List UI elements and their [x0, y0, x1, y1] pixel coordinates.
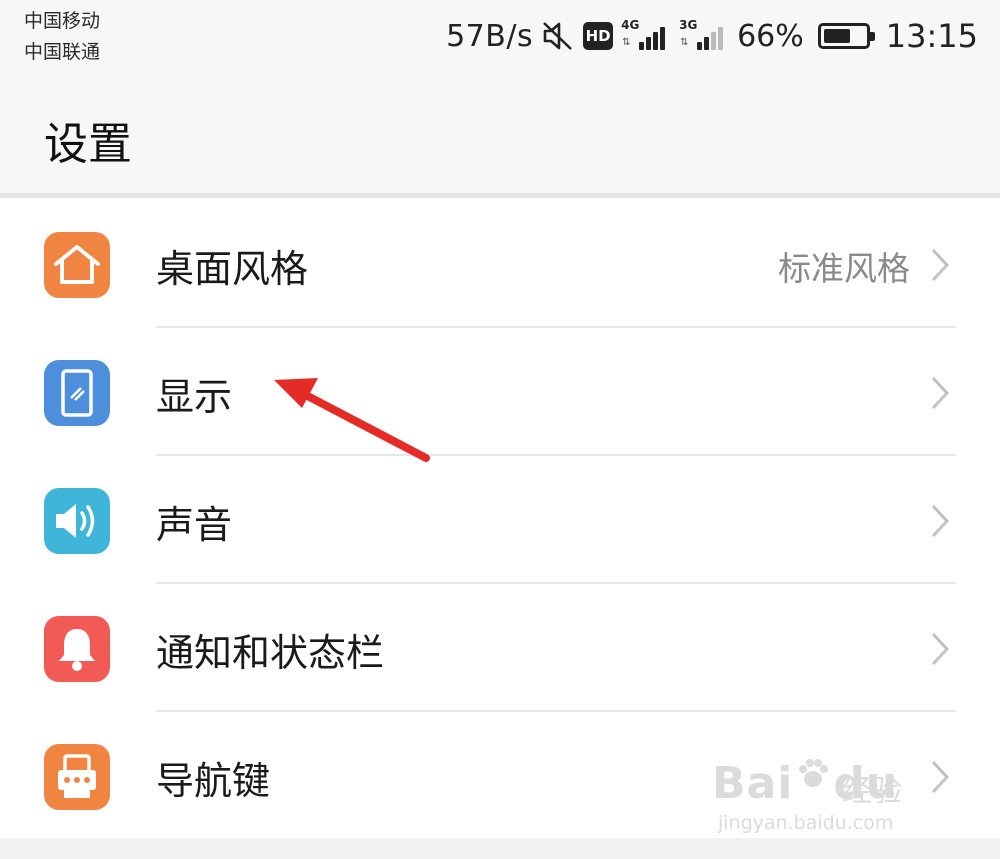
carrier-1: 中国移动: [24, 10, 101, 32]
hd-icon: HD: [583, 22, 614, 50]
mute-icon: [543, 22, 572, 50]
navigation-key-icon: [44, 744, 110, 810]
network-speed: 57B/s: [446, 18, 534, 54]
carrier-info: 中国移动 中国联通: [24, 6, 100, 68]
status-bar: 中国移动 中国联通 57B/s HD 4G ⇅ 3G ⇅ 66% 13:15: [0, 0, 1000, 72]
watermark-url: jingyan.baidu.com: [718, 812, 894, 834]
chevron-right-icon: [931, 376, 950, 410]
signal-icon-sim2: 3G ⇅: [679, 18, 729, 52]
home-icon: [44, 232, 110, 298]
settings-item-notifications[interactable]: 通知和状态栏: [0, 584, 1000, 712]
network-type-sim2: 3G: [679, 18, 698, 32]
page-title: 设置: [44, 119, 132, 170]
status-indicators: 57B/s HD 4G ⇅ 3G ⇅ 66% 13:15: [446, 14, 978, 58]
settings-item-label: 显示: [156, 375, 233, 419]
network-type-sim1: 4G: [621, 18, 640, 32]
data-arrows-icon: ⇅: [680, 37, 689, 48]
settings-item-value: 标准风格: [778, 249, 910, 288]
paw-icon: [799, 759, 828, 787]
chevron-right-icon: [931, 248, 950, 282]
signal-icon-sim1: 4G ⇅: [621, 18, 671, 52]
battery-icon: [817, 23, 875, 49]
display-icon: [44, 360, 110, 426]
settings-list: 桌面风格 标准风格 显示 声音 通知和状态栏 导航键: [0, 198, 1000, 838]
watermark: Bai du 经验 jingyan.baidu.com: [712, 752, 942, 840]
settings-item-label: 导航键: [156, 759, 271, 803]
bell-icon: [44, 616, 110, 682]
carrier-2: 中国联通: [24, 41, 101, 63]
watermark-name: 经验: [842, 774, 902, 809]
data-arrows-icon: ⇅: [622, 37, 631, 48]
chevron-right-icon: [931, 632, 950, 666]
settings-item-home-style[interactable]: 桌面风格 标准风格: [0, 200, 1000, 328]
chevron-right-icon: [931, 504, 950, 538]
settings-item-label: 通知和状态栏: [156, 631, 385, 675]
battery-fill: [823, 29, 850, 43]
clock: 13:15: [885, 17, 978, 55]
bottom-strip: [0, 838, 1000, 859]
battery-percent: 66%: [737, 18, 804, 54]
settings-item-label: 桌面风格: [156, 247, 309, 291]
settings-item-label: 声音: [156, 503, 233, 547]
speaker-icon: [44, 488, 110, 554]
settings-item-sound[interactable]: 声音: [0, 456, 1000, 584]
settings-item-display[interactable]: 显示: [0, 328, 1000, 456]
